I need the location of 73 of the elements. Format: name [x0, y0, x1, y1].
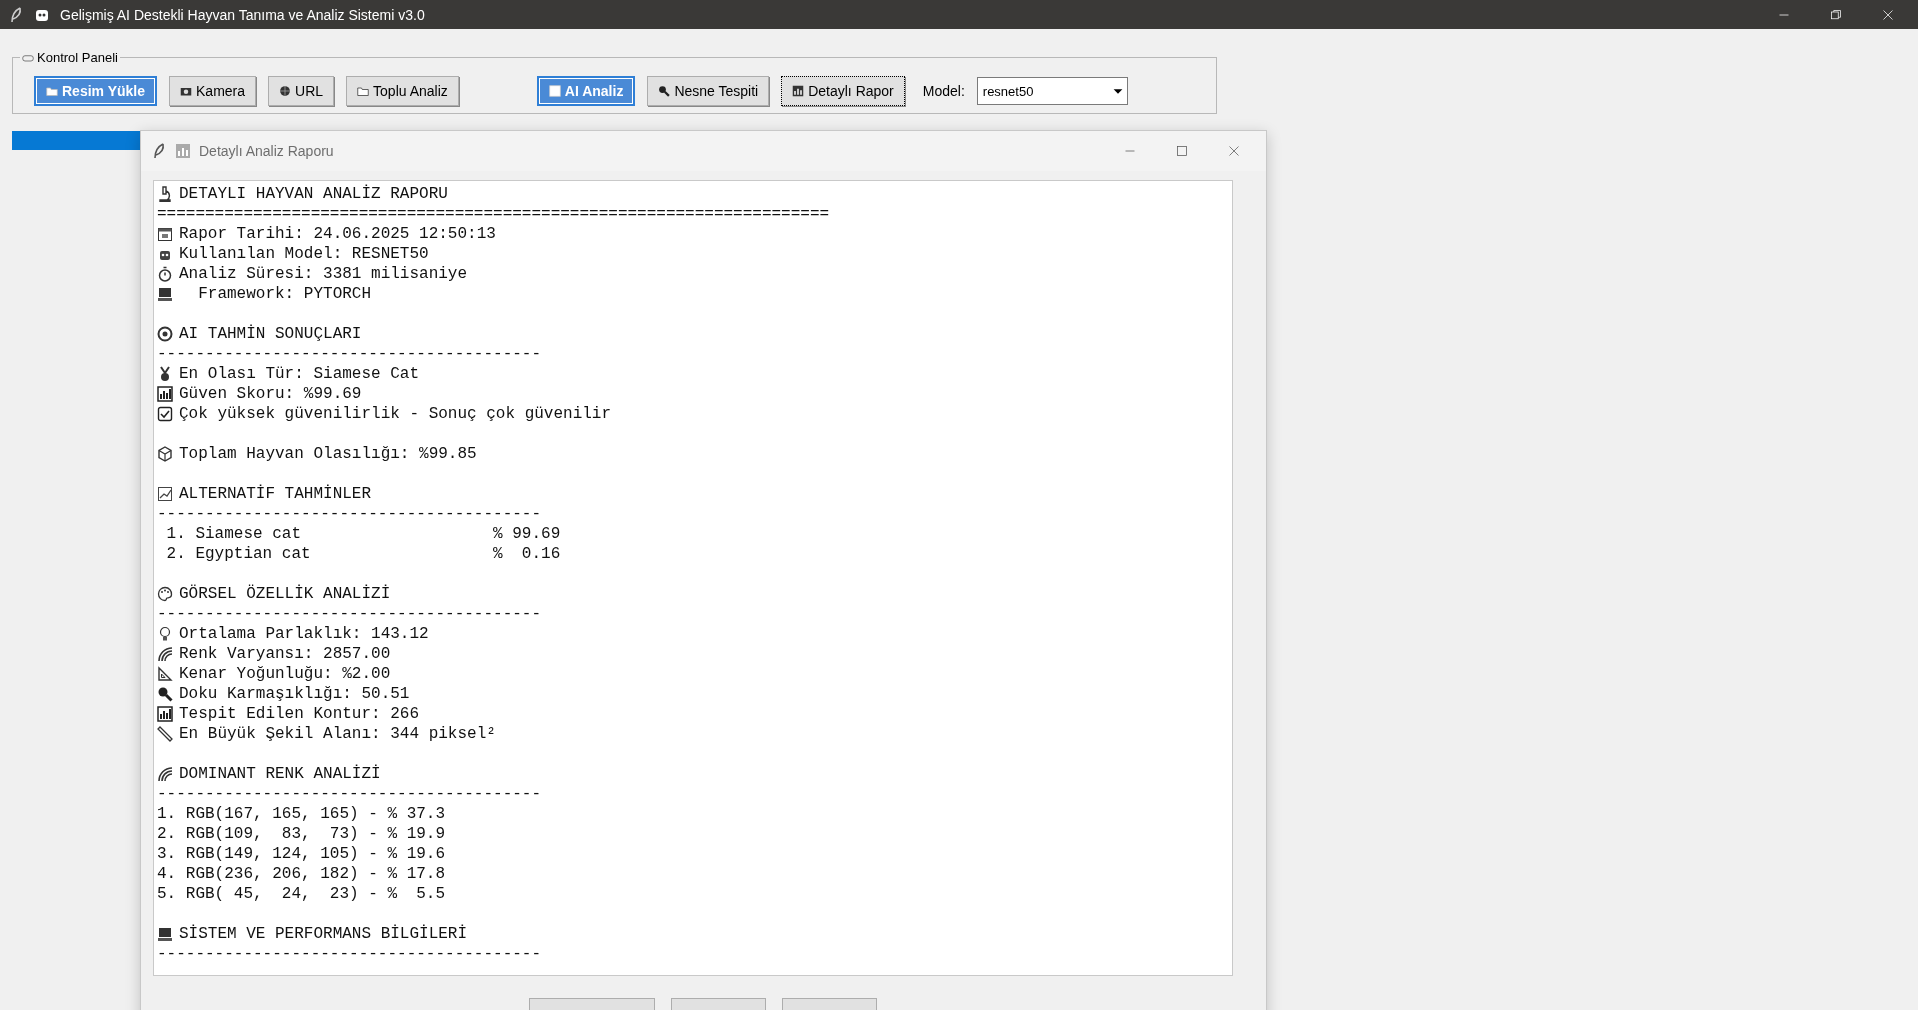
report-line: DETAYLI HAYVAN ANALİZ RAPORU [179, 185, 448, 203]
medal-icon [157, 366, 173, 382]
computer-icon [157, 926, 173, 942]
toolbar-button[interactable]: Resim Yükle [34, 76, 157, 106]
panel-title-text: Kontrol Paneli [37, 50, 118, 65]
report-line: ALTERNATİF TAHMİNLER [179, 485, 372, 503]
report-line: 3. RGB(149, 124, 105) - % 19.6 [157, 845, 446, 863]
camera-icon [180, 85, 192, 97]
report-line: AI TAHMİN SONUÇLARI [179, 325, 362, 343]
toolbar-button[interactable]: Nesne Tespiti [647, 76, 770, 106]
magnifier-icon [157, 686, 173, 702]
model-label: Model: [922, 83, 965, 99]
report-line: ---------------------------------------- [157, 345, 542, 363]
report-line: Renk Varyansı: 2857.00 [179, 645, 391, 663]
palette-icon [157, 586, 173, 602]
report-line: Güven Skoru: %99.69 [179, 385, 362, 403]
cube-icon [157, 446, 173, 462]
report-line: ---------------------------------------- [157, 605, 542, 623]
report-line: Analiz Süresi: 3381 milisaniye [179, 265, 468, 283]
report-line: SİSTEM VE PERFORMANS BİLGİLERİ [179, 925, 468, 943]
computer-icon [157, 286, 173, 302]
bar-chart-icon [792, 85, 805, 97]
report-line: 1. RGB(167, 165, 165) - % 37.3 [157, 805, 446, 823]
report-line: GÖRSEL ÖZELLİK ANALİZİ [179, 585, 391, 603]
report-line: Toplam Hayvan Olasılığı: %99.85 [179, 445, 477, 463]
toolbar-button[interactable]: AI Analiz [536, 76, 636, 106]
report-line: ---------------------------------------- [157, 785, 542, 803]
dialog-title: Detaylı Analiz Raporu [199, 143, 335, 159]
toolbar-button[interactable]: URL [268, 76, 335, 106]
globe-icon [279, 85, 292, 97]
bar-chart-icon [157, 386, 173, 402]
toolbar-button[interactable]: Kamera [169, 76, 257, 106]
report-line: 1. Siamese cat % 99.69 [165, 525, 561, 543]
feather-icon [151, 143, 167, 159]
report-line: 2. RGB(109, 83, 73) - % 19.9 [157, 825, 446, 843]
rainbow-icon [157, 646, 173, 662]
report-line: 4. RGB(236, 206, 182) - % 17.8 [157, 865, 446, 883]
toolbar-button[interactable]: Detaylı Rapor [781, 76, 905, 106]
line-chart-icon [157, 486, 173, 502]
report-line: En Olası Tür: Siamese Cat [179, 365, 420, 383]
folder-icon [46, 85, 58, 97]
calendar-icon [157, 226, 173, 242]
report-line: Çok yüksek güvenilirlik - Sonuç çok güvenilir [179, 405, 612, 423]
report-line: 5. RGB( 45, 24, 23) - % 5.5 [157, 885, 446, 903]
folder-icon [357, 85, 370, 97]
report-line: ====================================================================== [157, 205, 830, 223]
bar-chart-icon [175, 143, 191, 159]
stopwatch-icon [157, 266, 173, 282]
checkbox-icon [157, 406, 173, 422]
rainbow-icon [157, 766, 173, 782]
report-line: Kullanılan Model: RESNET50 [179, 245, 429, 263]
microscope-icon [157, 186, 173, 202]
maximize-icon[interactable] [1176, 143, 1188, 159]
window-title: Gelişmiş AI Destekli Hayvan Tanıma ve Analiz Sistemi v3.0 [60, 6, 426, 23]
model-dropdown[interactable]: resnet50 [976, 77, 1128, 105]
report-line: Rapor Tarihi: 24.06.2025 12:50:13 [179, 225, 496, 243]
report-line: Doku Karmaşıklığı: 50.51 [179, 685, 410, 703]
report-line: Tespit Edilen Kontur: 266 [179, 705, 420, 723]
report-line: Kenar Yoğunluğu: %2.00 [179, 665, 391, 683]
report-line: DOMINANT RENK ANALİZİ [179, 765, 381, 783]
toolbar-button[interactable]: Toplu Analiz [346, 76, 459, 106]
report-line: 2. Egyptian cat % 0.16 [165, 545, 561, 563]
report-line: Framework: PYTORCH [197, 285, 372, 303]
ruler-icon [157, 726, 173, 742]
report-line: En Büyük Şekil Alanı: 344 piksel² [179, 725, 496, 743]
feather-icon [8, 6, 24, 23]
report-line: ---------------------------------------- [157, 505, 542, 523]
bar-chart-icon [157, 706, 173, 722]
report-line: ---------------------------------------- [157, 945, 542, 963]
report-line: Ortalama Parlaklık: 143.12 [179, 625, 429, 643]
magnifier-icon [658, 85, 671, 97]
lightbulb-icon [157, 626, 173, 642]
target-icon [157, 326, 173, 342]
